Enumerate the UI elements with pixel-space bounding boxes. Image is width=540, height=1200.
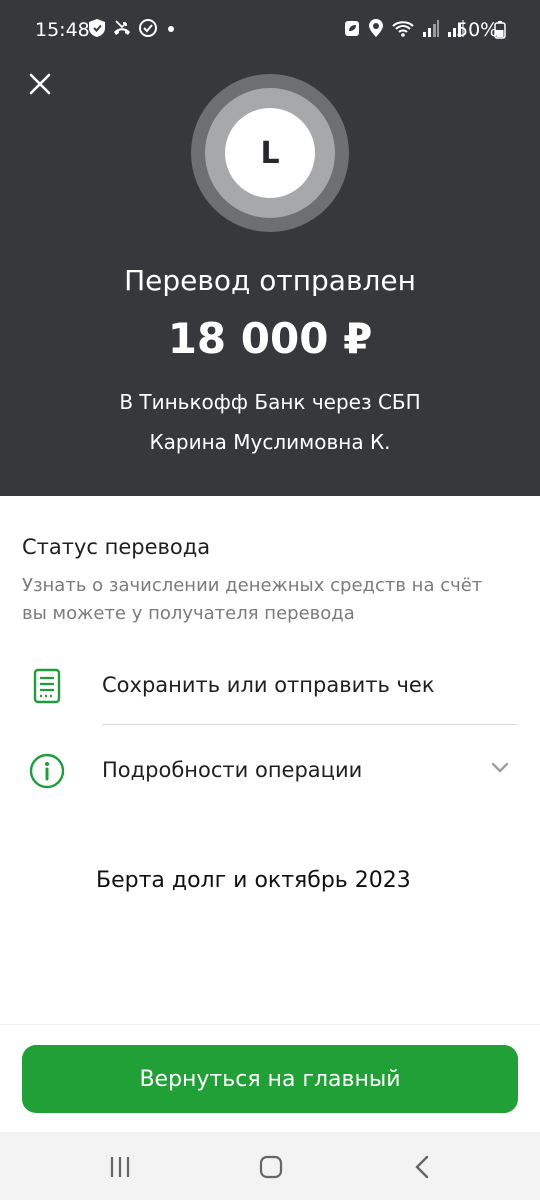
eco-icon — [345, 21, 359, 36]
divider — [102, 724, 517, 725]
battery-icon — [494, 21, 506, 39]
status-bar: 15:48 50% — [0, 0, 540, 60]
operation-details-row[interactable]: Подробности операции — [0, 736, 540, 806]
operation-details-label: Подробности операции — [102, 758, 363, 782]
close-button[interactable] — [22, 66, 58, 102]
check-circle-icon — [139, 19, 157, 37]
status-title: Статус перевода — [22, 535, 211, 559]
signal-icon — [423, 20, 439, 37]
missed-call-icon — [114, 20, 130, 35]
back-to-main-button[interactable]: Вернуться на главный — [22, 1045, 518, 1113]
recent-apps-button[interactable] — [105, 1154, 135, 1180]
location-icon — [369, 19, 383, 37]
chevron-down-icon — [491, 762, 509, 773]
close-icon — [29, 73, 51, 95]
dot-icon — [168, 26, 174, 32]
transfer-bank: В Тинькофф Банк через СБП — [119, 390, 421, 414]
transfer-amount: 18 000 ₽ — [167, 314, 373, 363]
recipient-avatar-rings: L — [191, 74, 349, 232]
recent-apps-icon — [110, 1157, 130, 1177]
info-icon — [29, 753, 65, 789]
back-icon — [415, 1155, 429, 1179]
recipient-name: Карина Муслимовна К. — [149, 430, 391, 454]
status-time: 15:48 — [35, 19, 90, 41]
status-description: Узнать о зачислении денежных средств на … — [22, 575, 483, 624]
app-screen: 15:48 50% L Перевод отправлен 18 000 ₽ В… — [0, 0, 540, 1200]
save-receipt-row[interactable]: Сохранить или отправить чек — [0, 651, 540, 721]
shield-icon — [89, 19, 105, 37]
save-receipt-label: Сохранить или отправить чек — [102, 673, 435, 697]
system-nav-bar — [0, 1132, 540, 1200]
home-button[interactable] — [256, 1154, 286, 1180]
transfer-title: Перевод отправлен — [124, 264, 416, 297]
home-icon — [259, 1155, 283, 1179]
back-button[interactable] — [408, 1154, 438, 1180]
success-header: 15:48 50% L Перевод отправлен 18 000 ₽ В… — [0, 0, 540, 496]
receipt-icon — [33, 668, 61, 704]
battery-percent: 50% — [456, 19, 499, 41]
avatar: L — [225, 108, 315, 198]
wifi-icon — [392, 21, 414, 37]
transfer-comment: Берта долг и октябрь 2023 — [96, 868, 411, 893]
